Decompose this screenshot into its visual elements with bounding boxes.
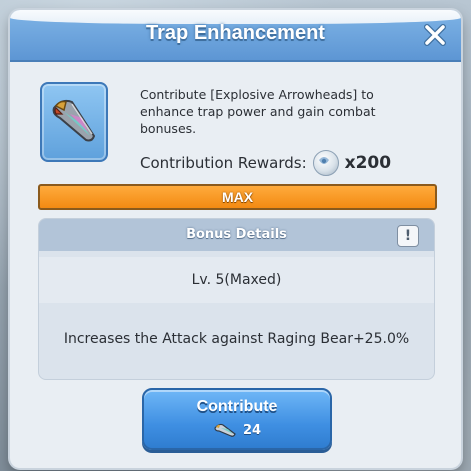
dialog-header: Trap Enhancement: [10, 10, 461, 62]
reward-count: x200: [344, 153, 392, 173]
bonus-level: Lv. 5(Maxed): [39, 257, 434, 303]
rewards-label: Contribution Rewards:: [140, 154, 307, 172]
dialog-title: Trap Enhancement: [146, 22, 325, 44]
bonus-details-header: Bonus Details !: [39, 219, 434, 251]
info-icon[interactable]: !: [397, 225, 419, 247]
contribute-cost: 24: [144, 422, 330, 438]
explosive-arrowhead-icon: [214, 423, 236, 437]
enhancement-progress-bar: MAX: [38, 184, 437, 210]
contribute-cost-value: 24: [242, 422, 262, 438]
explosive-arrowhead-icon: [52, 99, 96, 142]
contribution-token-icon: [312, 150, 339, 176]
contribute-button-label: Contribute: [196, 398, 278, 415]
contribute-button[interactable]: Contribute 24: [142, 388, 332, 450]
bonus-details-title: Bonus Details: [186, 227, 287, 242]
bonus-effect: Increases the Attack against Raging Bear…: [63, 331, 410, 347]
item-slot: [40, 82, 108, 162]
close-icon[interactable]: [422, 22, 448, 48]
bonus-details-panel: Bonus Details ! Lv. 5(Maxed) Increases t…: [38, 218, 435, 380]
item-description: Contribute [Explosive Arrowheads] to enh…: [140, 87, 376, 136]
trap-enhancement-dialog: Trap Enhancement Contribute [Explosive A…: [10, 10, 461, 468]
contribution-rewards: Contribution Rewards: x200: [140, 150, 391, 176]
